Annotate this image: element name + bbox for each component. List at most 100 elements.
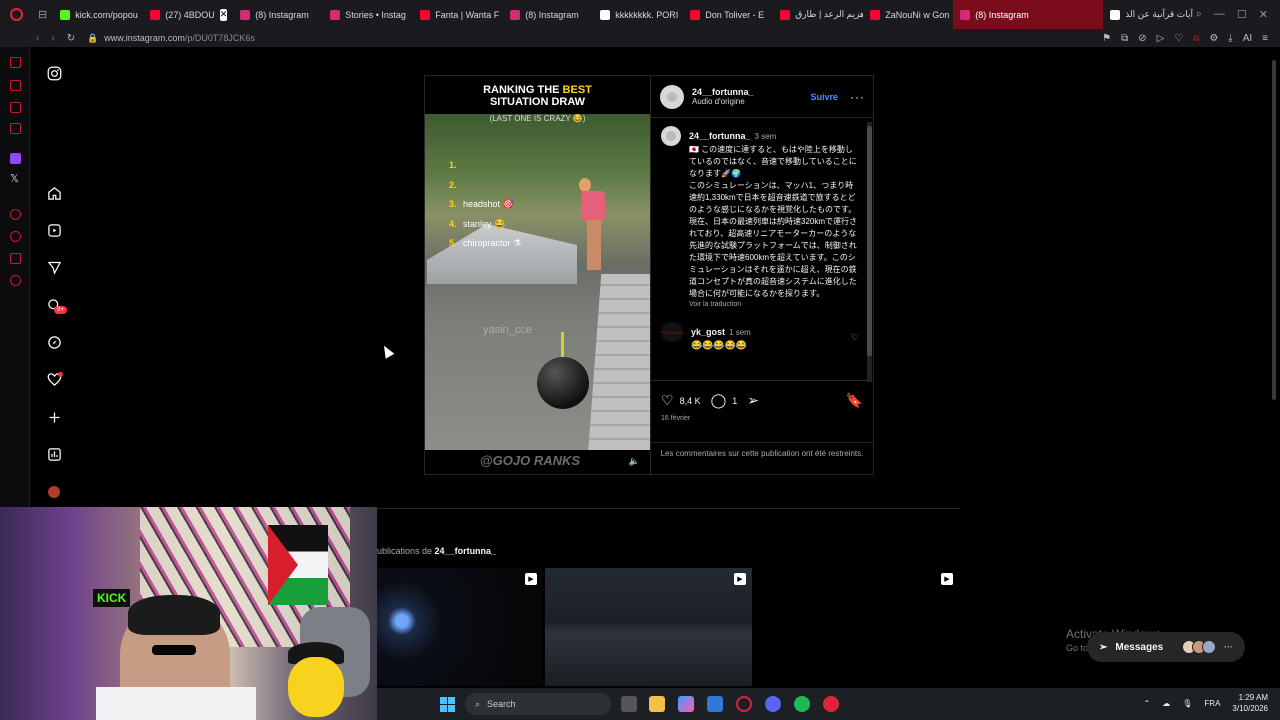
messenger-icon[interactable] — [10, 80, 21, 91]
browser-tab[interactable]: (27) 4BDOU ✕ — [143, 0, 233, 29]
save-bookmark-icon[interactable]: 🔖 — [846, 392, 863, 409]
file-explorer-icon[interactable] — [649, 696, 665, 712]
extensions-icon[interactable]: ⚙ — [1209, 33, 1218, 44]
aria-icon[interactable] — [10, 57, 21, 68]
history-icon[interactable] — [10, 231, 21, 242]
minimize-icon[interactable]: — — [1214, 8, 1225, 21]
player-icon[interactable] — [10, 209, 21, 220]
tab-label: ZaNouNi w Gon — [885, 9, 950, 20]
ai-button[interactable]: AI — [1243, 33, 1252, 44]
volume-icon[interactable]: 🔈 — [629, 456, 640, 467]
forward-icon[interactable]: › — [51, 33, 54, 44]
settings-icon[interactable] — [10, 275, 21, 286]
onedrive-icon[interactable]: ☁ — [1162, 699, 1170, 708]
x-icon[interactable]: 𝕏 — [10, 174, 21, 185]
browser-tab[interactable]: آيات قرآنية عن الذ — [1103, 0, 1193, 29]
post-date[interactable]: 16 février — [661, 415, 863, 422]
task-view-icon[interactable] — [621, 696, 637, 712]
post-thumbnail[interactable]: ▶ — [754, 568, 959, 686]
back-icon[interactable]: ‹ — [36, 33, 39, 44]
reload-icon[interactable]: ↻ — [67, 33, 75, 44]
store-icon[interactable] — [707, 696, 723, 712]
browser-tab[interactable]: Stories • Instag — [323, 0, 413, 29]
tab-close-icon[interactable]: ✕ — [219, 8, 228, 21]
browser-tab[interactable]: (8) Instagram — [503, 0, 593, 29]
clock[interactable]: 1:29 AM 3/10/2026 — [1232, 692, 1268, 714]
maximize-icon[interactable]: ☐ — [1237, 8, 1247, 21]
webcam-overlay: KICK — [0, 507, 377, 720]
snapshot-icon[interactable]: ⧉ — [1121, 33, 1128, 44]
opera-gx-icon[interactable] — [736, 696, 752, 712]
post-video[interactable]: yasin_cce RANKING THE BEST SITUATION DRA… — [425, 76, 650, 474]
messages-pill[interactable]: ➢ Messages ··· — [1087, 632, 1245, 662]
browser-tab[interactable]: kkkkkkkk. PORI — [593, 0, 683, 29]
pinboard-icon[interactable] — [10, 253, 21, 264]
browser-tab[interactable]: kick.com/popou — [53, 0, 143, 29]
more-posts-user[interactable]: 24__fortunna_ — [435, 546, 497, 556]
author-avatar[interactable] — [660, 84, 684, 109]
tab-label: (8) Instagram — [255, 9, 309, 20]
discord-icon[interactable] — [765, 696, 781, 712]
browser-tab[interactable]: (8) Instagram — [953, 0, 1104, 29]
pin-icon[interactable]: ⚑ — [1102, 33, 1111, 44]
play-icon[interactable]: ▷ — [1157, 33, 1165, 44]
rank-item: 3. headshot 🎯 — [449, 199, 514, 209]
reels-icon[interactable] — [46, 222, 62, 238]
tray-chevron-icon[interactable]: ⌃ — [1144, 699, 1151, 708]
tab-search-icon[interactable]: ⌕ — [1196, 8, 1202, 21]
caption-username[interactable]: 24__fortunna_ — [689, 131, 751, 141]
comment-icon[interactable]: ◯ — [711, 392, 727, 409]
download-icon[interactable]: ⤓ — [1228, 33, 1232, 44]
heart-bookmark-icon[interactable]: ♡ — [1174, 33, 1183, 44]
more-options-icon[interactable]: ··· — [850, 90, 865, 104]
post-thumbnail[interactable]: ▶ — [545, 568, 752, 686]
messages-more-icon: ··· — [1224, 642, 1233, 652]
profile-avatar-icon[interactable] — [46, 484, 62, 500]
browser-tab[interactable]: (8) Instagram — [233, 0, 323, 29]
video-title-pre: RANKING THE — [483, 84, 563, 96]
reel-icon: ▶ — [525, 573, 537, 585]
instagram-logo-icon[interactable] — [46, 65, 62, 81]
post-thumbnail[interactable]: ▶ — [377, 568, 543, 686]
comment-avatar[interactable]: PCG GANG — [661, 322, 683, 342]
start-icon[interactable] — [440, 697, 455, 712]
comment-username[interactable]: yk_gost — [691, 327, 725, 337]
dashboard-icon[interactable] — [46, 446, 62, 462]
share-icon[interactable]: ➢ — [747, 392, 759, 409]
browser-tab[interactable]: Don Toliver - E — [683, 0, 773, 29]
like-icon[interactable]: ♡ — [661, 392, 674, 409]
messages-icon[interactable] — [46, 259, 62, 275]
comment-text: 😂😂😂😂😂 — [691, 340, 748, 350]
page-scrollbar[interactable] — [1272, 60, 1276, 400]
explore-icon[interactable] — [46, 334, 62, 350]
see-translation-link[interactable]: Voir la traduction — [689, 301, 859, 308]
audio-label[interactable]: Audio d'origine — [692, 97, 754, 106]
browser-tab[interactable]: Fanta | Wanta F — [413, 0, 503, 29]
home-icon[interactable] — [46, 185, 62, 201]
close-window-icon[interactable]: ✕ — [1259, 8, 1268, 21]
create-icon[interactable] — [46, 409, 62, 425]
follow-button[interactable]: Suivre — [810, 92, 838, 102]
menu-icon[interactable]: ≡ — [1262, 33, 1268, 44]
comment-like-icon[interactable]: ♡ — [851, 332, 859, 343]
video-watermark: yasin_cce — [483, 324, 532, 336]
url-field[interactable]: 🔒 www.instagram.com/p/DU0T78JCK6s — [87, 33, 255, 44]
browser-tab[interactable]: ZaNouNi w Gon — [863, 0, 953, 29]
author-username[interactable]: 24__fortunna_ — [692, 87, 754, 97]
caption-avatar[interactable] — [661, 126, 681, 146]
comments-scrollbar[interactable] — [867, 122, 872, 382]
opera-logo-icon[interactable] — [0, 0, 32, 29]
app-icon[interactable] — [823, 696, 839, 712]
tv-icon[interactable] — [10, 123, 21, 134]
whatsapp-icon[interactable] — [10, 102, 21, 113]
profile-icon[interactable]: ⍝ — [1193, 33, 1199, 44]
taskbar-search[interactable]: ⌕ Search — [465, 693, 611, 715]
spotify-icon[interactable] — [794, 696, 810, 712]
language-indicator[interactable]: FRA — [1204, 699, 1220, 708]
copilot-icon[interactable] — [678, 696, 694, 712]
adblock-icon[interactable]: ⊘ — [1138, 33, 1146, 44]
mic-icon[interactable]: 🎙 — [1182, 699, 1192, 708]
tab-menu-icon[interactable]: ⊟ — [38, 8, 47, 21]
browser-tab[interactable]: هزيم الرعد | طارق — [773, 0, 863, 29]
twitch-icon[interactable] — [10, 153, 21, 164]
